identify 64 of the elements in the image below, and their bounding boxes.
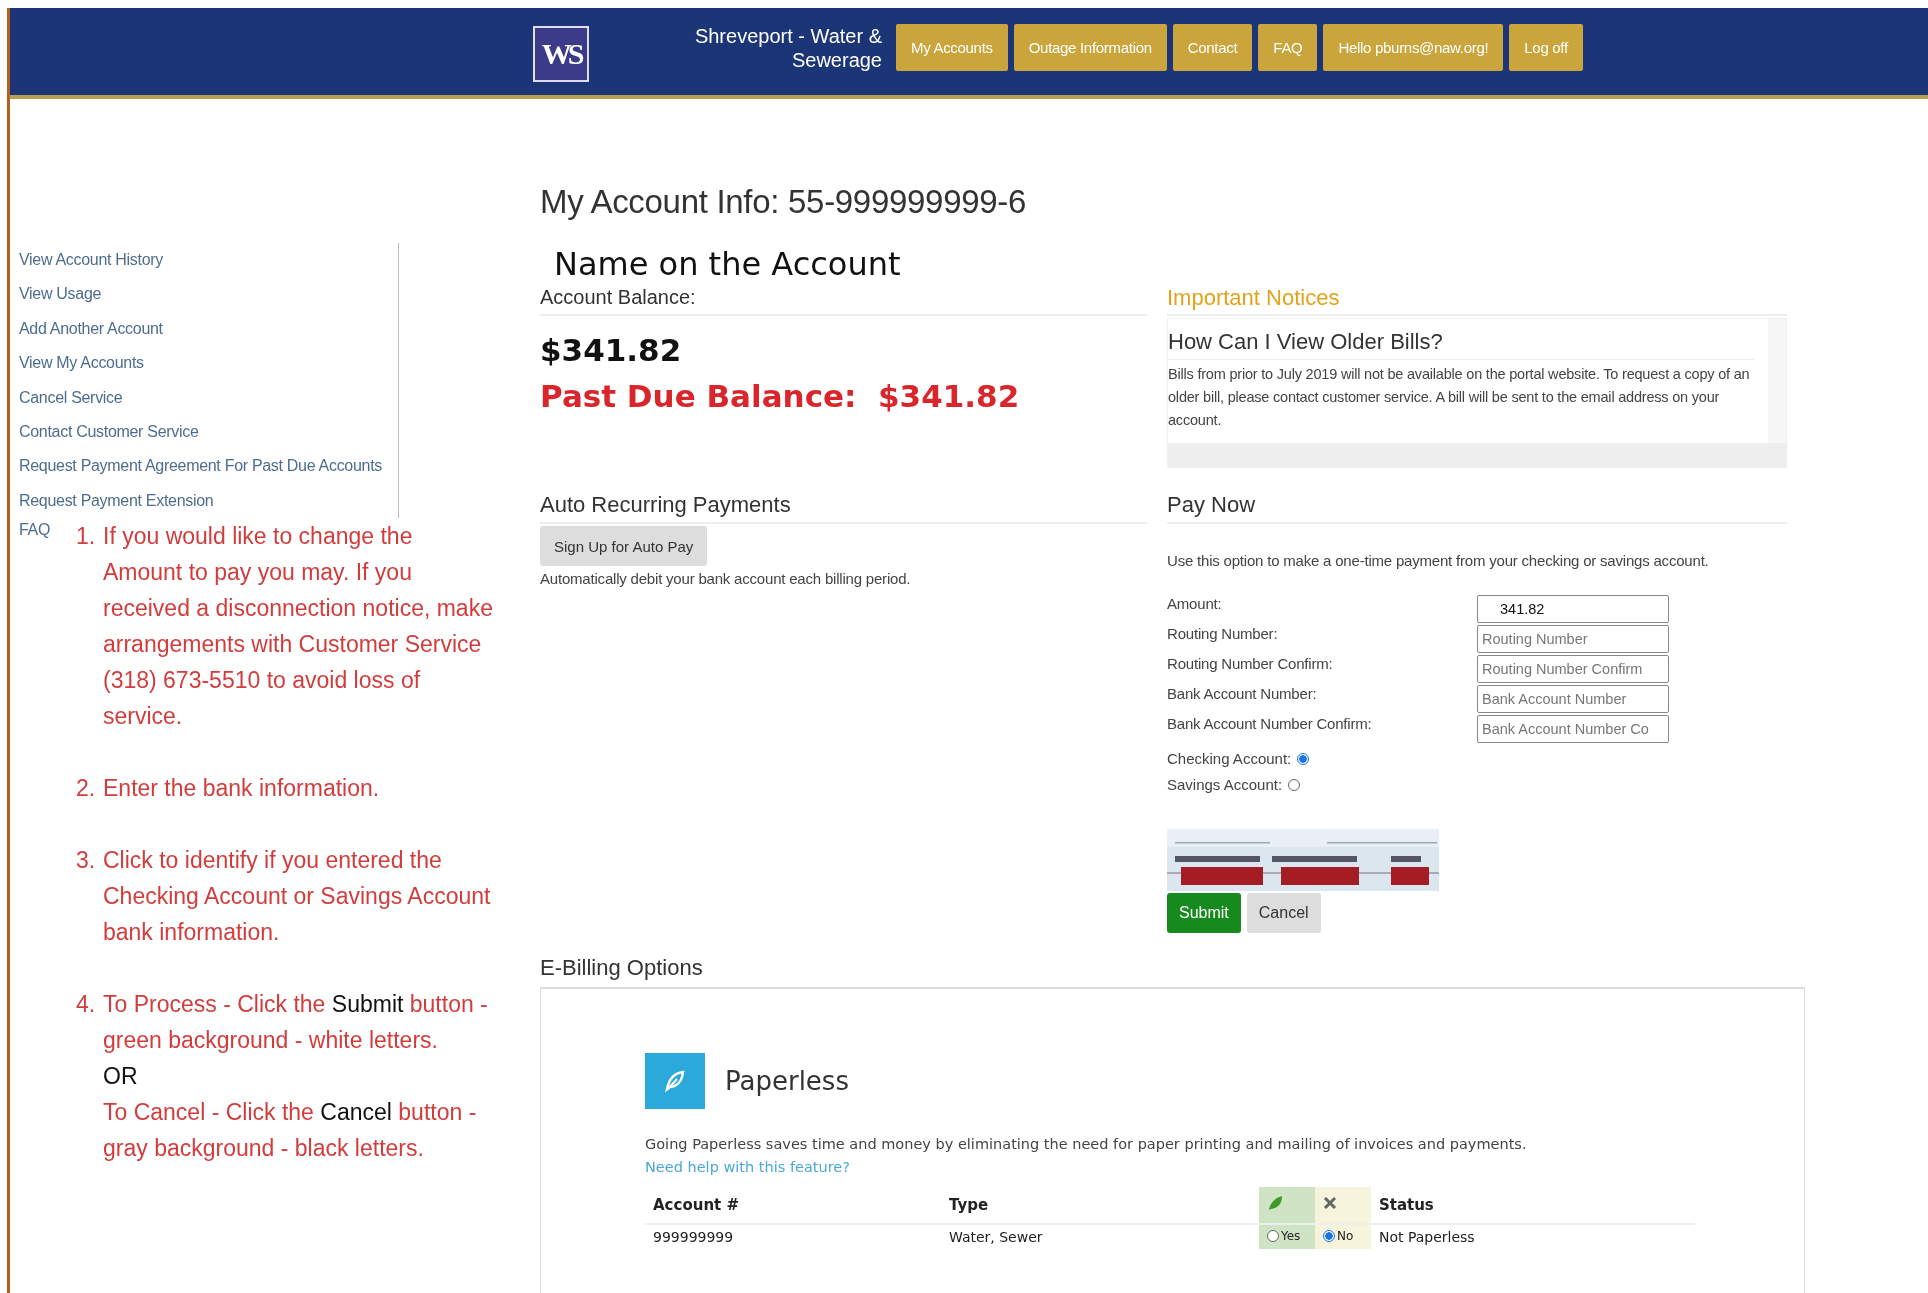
notice-text: Bills from prior to July 2019 will not be available on the portal website. To request a copy of an older bill, please contact customer service. A bill will be sent to the email address on your account. bbox=[1168, 365, 1751, 430]
radio-button[interactable] bbox=[1266, 1230, 1279, 1242]
balance-amount: $341.82 bbox=[540, 332, 683, 368]
past-due-balance: Past Due Balance: $341.82 bbox=[540, 378, 1021, 414]
sidebar-link[interactable]: View Account History bbox=[19, 243, 163, 278]
sidebar-link[interactable]: Add Another Account bbox=[19, 311, 163, 347]
field-label: Routing Number Confirm: bbox=[1167, 655, 1334, 674]
instruction-text: If you would like to change the Amount to pay you may. If you received a disconnection notice, make arrangements with Customer Service (318) 673-5510 to avoid loss of service. bbox=[103, 522, 494, 732]
sidebar-link[interactable]: View Usage bbox=[19, 277, 102, 312]
section-title: Paperless bbox=[725, 1066, 849, 1096]
instruction-text: Enter the bank information. bbox=[103, 774, 380, 804]
pay-description: Use this option to make a one-time payment from your checking or savings account. bbox=[1167, 552, 1710, 569]
sidebar-link[interactable]: Cancel Service bbox=[19, 380, 123, 416]
section-heading: Pay Now bbox=[1167, 492, 1787, 524]
radio-label: Checking Account: bbox=[1167, 749, 1292, 769]
balance-label: Account Balance: bbox=[540, 286, 1147, 316]
table-cell: 999999999 bbox=[645, 1224, 941, 1249]
instruction-text: Click to identify if you entered the Checking Account or Savings Account bank information. bbox=[103, 846, 492, 948]
auto-pay-description: Automatically debit your bank account each billing period. bbox=[540, 570, 912, 587]
step-number: 2. bbox=[76, 774, 97, 804]
leaf-icon bbox=[645, 1053, 705, 1109]
leaf-icon bbox=[1266, 1195, 1283, 1211]
step-number: 4. bbox=[76, 990, 97, 1020]
account-name: Name on the Account bbox=[554, 246, 902, 282]
paperless-description: Going Paperless saves time and money by eliminating the need for paper printing and mailing of invoices and payments. Need help with this feature? bbox=[645, 1135, 1528, 1177]
table-cell: Not Paperless bbox=[1370, 1224, 1695, 1249]
step-number: 1. bbox=[76, 522, 97, 552]
field-label: Bank Account Number: bbox=[1167, 685, 1318, 704]
input-field[interactable]: Bank Account Number bbox=[1477, 685, 1669, 713]
field-label: Routing Number: bbox=[1167, 625, 1279, 644]
radio-label: Yes bbox=[1280, 1229, 1301, 1243]
input-field[interactable]: Routing Number bbox=[1477, 625, 1669, 653]
field-label: Amount: bbox=[1167, 595, 1223, 614]
section-heading: Auto Recurring Payments bbox=[540, 492, 1147, 524]
step-number: 3. bbox=[76, 846, 97, 876]
logo[interactable]: WS bbox=[533, 26, 589, 82]
close-icon bbox=[1322, 1196, 1337, 1210]
radio-button[interactable] bbox=[1297, 753, 1310, 765]
notice-title: How Can I View Older Bills? bbox=[1168, 329, 1754, 360]
instruction-text: OR bbox=[103, 1062, 139, 1092]
table-cell: Water, Sewer bbox=[940, 1224, 1259, 1249]
sidebar-link[interactable]: View My Accounts bbox=[19, 346, 144, 381]
input-field[interactable]: Bank Account Number Co bbox=[1477, 715, 1669, 743]
column-header: Account # bbox=[645, 1187, 941, 1224]
section-heading: E-Billing Options bbox=[540, 955, 704, 982]
radio-button[interactable] bbox=[1288, 779, 1301, 791]
notices-heading: Important Notices bbox=[1167, 286, 1787, 316]
radio-label: Savings Account: bbox=[1167, 775, 1283, 795]
radio-label: No bbox=[1336, 1229, 1354, 1243]
field-label: Bank Account Number Confirm: bbox=[1167, 715, 1373, 734]
instruction-text: To Cancel - Click the Cancel button - gray background - black letters. bbox=[103, 1098, 478, 1164]
page-title: My Account Info: 55-999999999-6 bbox=[540, 182, 1028, 222]
site-title: Shreveport - Water & Sewerage bbox=[693, 24, 882, 72]
sidebar-link[interactable]: Request Payment Agreement For Past Due Accounts bbox=[19, 449, 382, 484]
sidebar-link[interactable]: Contact Customer Service bbox=[19, 415, 199, 450]
input-field[interactable]: 341.82 bbox=[1477, 595, 1669, 623]
column-header: Type bbox=[940, 1187, 1259, 1224]
auto-pay-button[interactable]: Sign Up for Auto Pay bbox=[540, 526, 708, 566]
instruction-text: To Process - Click the Submit button - green background - white letters. bbox=[103, 990, 489, 1056]
input-field[interactable]: Routing Number Confirm bbox=[1477, 655, 1669, 683]
column-header: Status bbox=[1370, 1187, 1695, 1224]
submit-button[interactable]: Submit bbox=[1167, 893, 1241, 933]
radio-button[interactable] bbox=[1322, 1230, 1335, 1242]
cancel-button[interactable]: Cancel bbox=[1246, 893, 1321, 933]
